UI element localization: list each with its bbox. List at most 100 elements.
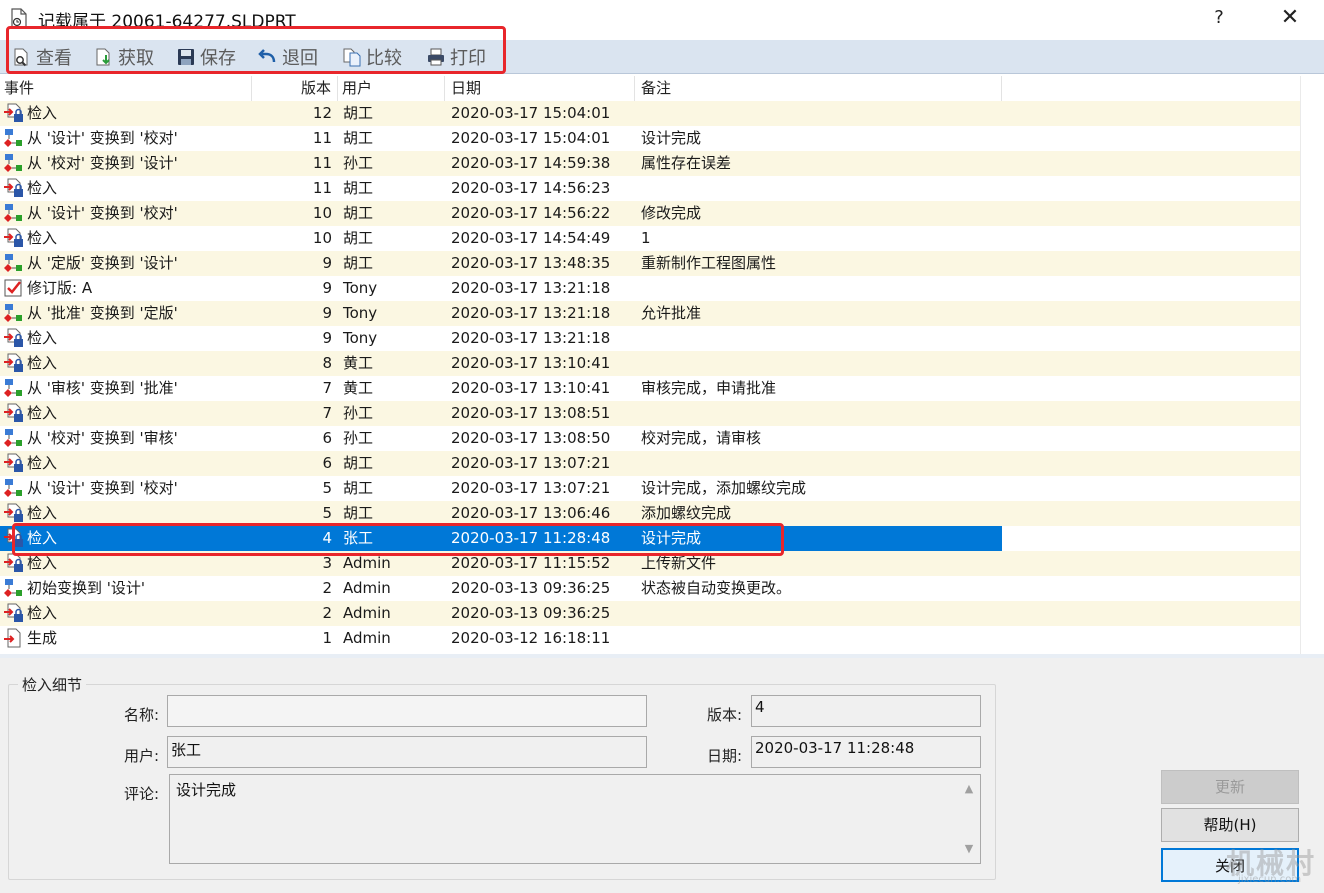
note-cell: 设计完成，添加螺纹完成: [641, 479, 807, 497]
table-row[interactable]: 检入 8 黄工 2020-03-17 13:10:41: [0, 351, 1300, 376]
user-field[interactable]: 张工: [167, 736, 647, 768]
table-row[interactable]: 检入 10 胡工 2020-03-17 14:54:49 1: [0, 226, 1300, 251]
print-button[interactable]: 打印: [426, 43, 486, 71]
version-cell: 9: [322, 254, 332, 272]
event-cell: 从 '校对' 变换到 '设计': [27, 154, 178, 172]
table-row[interactable]: 从 '校对' 变换到 '审核' 6 孙工 2020-03-17 13:08:50 校对完…: [0, 426, 1300, 451]
table-row[interactable]: 检入 12 胡工 2020-03-17 15:04:01: [0, 101, 1300, 126]
transition-icon: [3, 378, 25, 399]
version-cell: 11: [312, 179, 332, 197]
date-label: 日期:: [707, 747, 743, 765]
table-row[interactable]: 检入 3 Admin 2020-03-17 11:15:52 上传新文件: [0, 551, 1300, 576]
table-row[interactable]: 检入 11 胡工 2020-03-17 14:56:23: [0, 176, 1300, 201]
checkin-icon: [3, 228, 25, 249]
column-version[interactable]: 版本: [252, 76, 338, 101]
compare-button[interactable]: 比较: [342, 43, 402, 71]
table-row[interactable]: 生成 1 Admin 2020-03-12 16:18:11: [0, 626, 1300, 651]
date-cell: 2020-03-12 16:18:11: [451, 629, 611, 647]
event-cell: 检入: [27, 504, 58, 522]
column-date[interactable]: 日期: [445, 76, 635, 101]
version-cell: 8: [322, 354, 332, 372]
version-cell: 4: [322, 529, 332, 547]
table-row[interactable]: 从 '审核' 变换到 '批准' 7 黄工 2020-03-17 13:10:41 审核完…: [0, 376, 1300, 401]
history-list[interactable]: 事件 版本 用户 日期 备注 检入 12 胡工 2020-03-17 15:04:01…: [0, 76, 1300, 654]
help-button[interactable]: 帮助(H): [1161, 808, 1299, 842]
table-row[interactable]: 初始变换到 '设计' 2 Admin 2020-03-13 09:36:25 状态被自动…: [0, 576, 1300, 601]
help-title-button[interactable]: ?: [1204, 4, 1234, 32]
date-cell: 2020-03-17 13:21:18: [451, 304, 611, 322]
user-cell: Tony: [343, 304, 378, 322]
user-cell: Admin: [343, 629, 391, 647]
table-row[interactable]: 从 '定版' 变换到 '设计' 9 胡工 2020-03-17 13:48:35 重新制…: [0, 251, 1300, 276]
user-cell: 黄工: [343, 354, 374, 372]
version-cell: 6: [322, 454, 332, 472]
get-button[interactable]: 获取: [94, 43, 154, 71]
user-cell: 胡工: [343, 104, 374, 122]
event-cell: 初始变换到 '设计': [27, 579, 146, 597]
toolbar: 查看 获取 保存 退回 比较 打印: [0, 40, 1324, 74]
table-row[interactable]: 从 '设计' 变换到 '校对' 5 胡工 2020-03-17 13:07:21 设计完…: [0, 476, 1300, 501]
date-cell: 2020-03-17 11:15:52: [451, 554, 611, 572]
user-cell: 张工: [343, 529, 374, 547]
date-cell: 2020-03-17 14:56:23: [451, 179, 611, 197]
scroll-down-icon[interactable]: ▼: [963, 843, 975, 854]
column-note[interactable]: 备注: [635, 76, 1002, 101]
note-cell: 审核完成，申请批准: [641, 379, 777, 397]
date-cell: 2020-03-17 11:28:48: [451, 529, 611, 547]
print-icon: [428, 48, 444, 66]
compare-icon: [343, 48, 361, 67]
table-row[interactable]: 从 '设计' 变换到 '校对' 10 胡工 2020-03-17 14:56:22 修改…: [0, 201, 1300, 226]
date-cell: 2020-03-17 13:10:41: [451, 379, 611, 397]
view-label: 查看: [36, 48, 72, 69]
table-row[interactable]: 从 '校对' 变换到 '设计' 11 孙工 2020-03-17 14:59:38 属性…: [0, 151, 1300, 176]
transition-icon: [3, 153, 25, 174]
comment-textarea[interactable]: 设计完成 ▲ ▼: [169, 774, 981, 864]
table-row[interactable]: 修订版: A 9 Tony 2020-03-17 13:21:18: [0, 276, 1300, 301]
table-row[interactable]: 检入 2 Admin 2020-03-13 09:36:25: [0, 601, 1300, 626]
date-field[interactable]: 2020-03-17 11:28:48: [751, 736, 981, 768]
rollback-label: 退回: [282, 48, 318, 69]
checkin-icon: [3, 453, 25, 474]
comment-label: 评论:: [124, 785, 160, 803]
table-row-selected[interactable]: 检入 4 张工 2020-03-17 11:28:48 设计完成: [0, 526, 1300, 551]
details-panel: 检入细节 名称: 版本: 4 用户: 张工 日期: 2020-03-17 11:…: [0, 658, 1324, 893]
date-cell: 2020-03-17 14:56:22: [451, 204, 611, 222]
scroll-up-icon[interactable]: ▲: [963, 783, 975, 794]
table-row[interactable]: 检入 9 Tony 2020-03-17 13:21:18: [0, 326, 1300, 351]
save-button[interactable]: 保存: [176, 43, 236, 71]
date-cell: 2020-03-17 13:08:50: [451, 429, 611, 447]
user-cell: 孙工: [343, 429, 374, 447]
close-window-button[interactable]: ✕: [1274, 4, 1306, 32]
date-cell: 2020-03-17 14:54:49: [451, 229, 611, 247]
view-button[interactable]: 查看: [12, 43, 72, 71]
version-label: 版本:: [707, 706, 743, 724]
table-row[interactable]: 从 '批准' 变换到 '定版' 9 Tony 2020-03-17 13:21:18 允…: [0, 301, 1300, 326]
version-field[interactable]: 4: [751, 695, 981, 727]
event-cell: 从 '审核' 变换到 '批准': [27, 379, 178, 397]
column-user[interactable]: 用户: [338, 76, 445, 101]
event-cell: 检入: [27, 179, 58, 197]
date-cell: 2020-03-17 13:10:41: [451, 354, 611, 372]
update-button[interactable]: 更新: [1161, 770, 1299, 804]
version-cell: 11: [312, 154, 332, 172]
window-title: 记载属于 20061-64277.SLDPRT: [38, 12, 296, 32]
table-row[interactable]: 检入 6 胡工 2020-03-17 13:07:21: [0, 451, 1300, 476]
table-row[interactable]: 检入 7 孙工 2020-03-17 13:08:51: [0, 401, 1300, 426]
table-row[interactable]: 检入 5 胡工 2020-03-17 13:06:46 添加螺纹完成: [0, 501, 1300, 526]
version-cell: 5: [322, 479, 332, 497]
transition-icon: [3, 253, 25, 274]
comment-text: 设计完成: [176, 781, 237, 799]
table-row[interactable]: 从 '设计' 变换到 '校对' 11 胡工 2020-03-17 15:04:01 设计…: [0, 126, 1300, 151]
date-cell: 2020-03-17 15:04:01: [451, 104, 611, 122]
rollback-button[interactable]: 退回: [258, 43, 318, 71]
group-title: 检入细节: [18, 674, 87, 695]
event-cell: 修订版: A: [27, 279, 93, 297]
date-cell: 2020-03-17 13:08:51: [451, 404, 611, 422]
name-field[interactable]: [167, 695, 647, 727]
list-scrollbar[interactable]: [1300, 76, 1324, 654]
event-cell: 检入: [27, 604, 58, 622]
version-cell: 2: [322, 579, 332, 597]
compare-label: 比较: [366, 48, 402, 69]
comment-scrollbar[interactable]: ▲ ▼: [958, 775, 980, 863]
column-event[interactable]: 事件: [0, 76, 252, 101]
